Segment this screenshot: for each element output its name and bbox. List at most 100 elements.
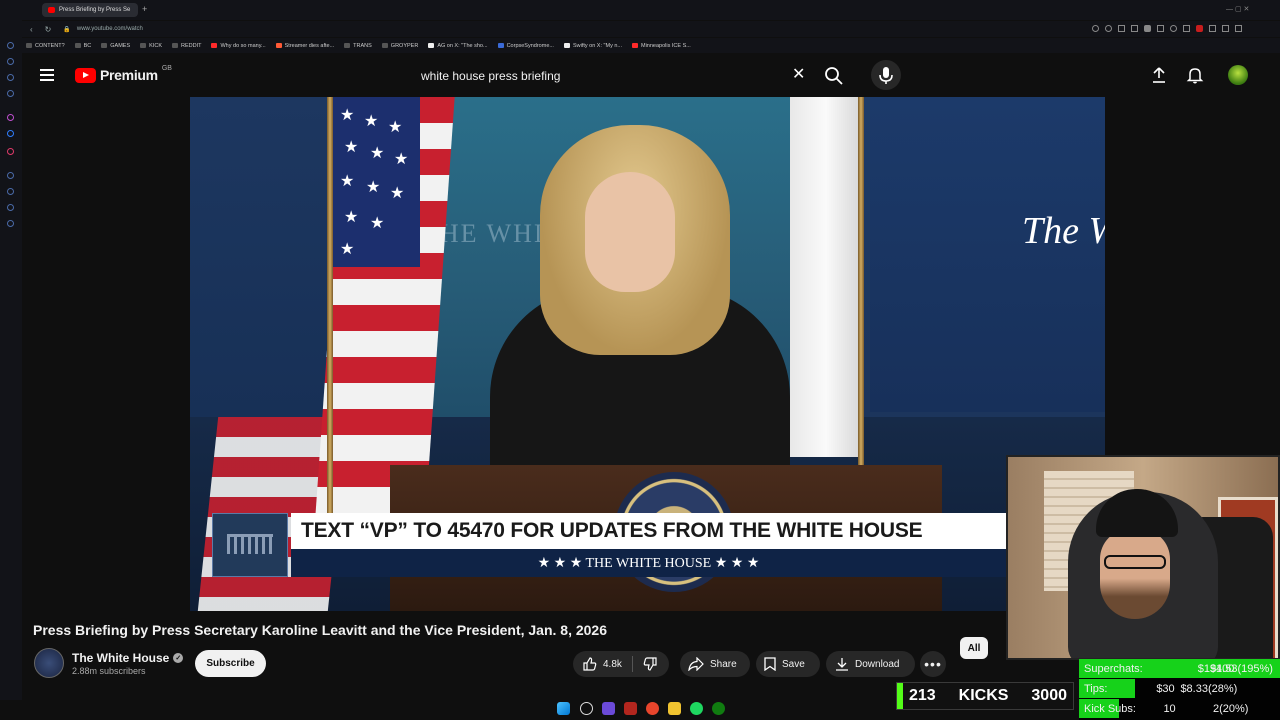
youtube-play-icon — [75, 67, 96, 83]
youtube-premium-logo[interactable]: Premium GB — [75, 64, 172, 83]
new-tab-icon[interactable]: + — [142, 4, 147, 14]
superchats-target: $100 — [1209, 662, 1235, 675]
messenger-icon[interactable] — [7, 130, 14, 137]
bookmark-item[interactable]: GAMES — [101, 43, 130, 49]
kicks-label: KICKS — [958, 687, 1009, 704]
channel-name[interactable]: The White House ✓ — [72, 651, 184, 665]
channel-name-text: The White House — [72, 651, 170, 665]
kicks-progress-bar — [897, 683, 903, 709]
back-icon[interactable]: ‹ — [30, 25, 33, 34]
bookmark-icon — [764, 657, 776, 671]
bookmark-item[interactable]: REDDIT — [172, 43, 201, 49]
spotify-icon[interactable] — [690, 702, 703, 715]
taskbar-app-icon[interactable] — [624, 702, 637, 715]
save-button[interactable]: Save — [756, 651, 820, 677]
bookmarks-bar: CONTENT? BC GAMES KICK REDDIT Why do so … — [22, 38, 1280, 53]
settings-icon[interactable] — [7, 220, 14, 227]
upload-icon[interactable] — [1150, 66, 1168, 84]
channel-avatar[interactable] — [34, 648, 64, 678]
region-code: GB — [161, 64, 172, 72]
download-button[interactable]: Download — [826, 651, 915, 677]
flag-pole — [858, 97, 864, 517]
file-explorer-icon[interactable] — [668, 702, 681, 715]
video-player[interactable]: THE WHITE HOUSE The W ★★★ ★★★ ★★★ ★★ ★ T… — [190, 97, 1105, 611]
subscriber-count: 2.88m subscribers — [72, 666, 146, 676]
bookmark-item[interactable]: GROYPER — [381, 43, 418, 49]
subscribe-button[interactable]: Subscribe — [195, 650, 266, 677]
kick-subs-goal: Kick Subs: 2(20%) 10 — [1079, 699, 1280, 718]
youtube-header: Premium GB white house press briefing ✕ — [22, 54, 1280, 96]
kick-subs-target: 10 — [1163, 702, 1176, 715]
url-field[interactable]: www.youtube.com/watch — [77, 26, 143, 32]
sidebar-app-icon[interactable] — [7, 42, 14, 49]
extension-icons[interactable] — [1092, 25, 1272, 33]
streamer-webcam — [1006, 455, 1280, 660]
tips-target: $30 — [1156, 682, 1175, 695]
like-button[interactable]: 4.8k — [573, 656, 633, 672]
tips-goal: Tips: $8.33(28%) $30 — [1079, 679, 1280, 698]
dislike-button[interactable] — [633, 657, 657, 671]
like-dislike-group: 4.8k — [573, 651, 669, 677]
video-chyron: TEXT “VP” TO 45470 FOR UPDATES FROM THE … — [212, 513, 1006, 577]
bookmark-item[interactable]: CorpseSyndrome... — [497, 43, 554, 49]
us-flag-canton: ★ ★ ★ ★ ★ ★ ★ ★ ★ ★ ★ ★ — [330, 97, 420, 267]
menu-icon[interactable] — [40, 69, 54, 81]
kicks-count: 213 — [909, 687, 936, 704]
bookmark-item[interactable]: Streamer dies afte... — [275, 43, 334, 49]
bookmark-item[interactable]: Why do so many... — [211, 43, 266, 49]
search-input[interactable]: white house press briefing — [410, 62, 812, 90]
sidebar-app-icon[interactable] — [7, 188, 14, 195]
taskbar-browser-icon[interactable] — [646, 702, 659, 715]
superchats-label: Superchats: — [1084, 662, 1143, 675]
taskbar-app-icon[interactable] — [602, 702, 615, 715]
chip-all[interactable]: All — [960, 637, 988, 659]
sidebar-app-icon[interactable] — [7, 114, 14, 121]
search-icon[interactable] — [824, 66, 844, 86]
download-label: Download — [855, 658, 900, 670]
kick-subs-value: 2(20%) — [1212, 702, 1249, 715]
avatar[interactable] — [1228, 65, 1248, 85]
tab-strip: Press Briefing by Press Se + — ▢ ✕ — [0, 0, 1280, 20]
windows-start-icon[interactable] — [557, 702, 570, 715]
taskbar-search-icon[interactable] — [580, 702, 593, 715]
video-title: Press Briefing by Press Secretary Karoli… — [33, 622, 608, 638]
share-label: Share — [710, 658, 737, 670]
backdrop-logo-text: The W — [1022, 210, 1105, 252]
stream-goals-widget: Superchats: $194.53(195%) $100 Tips: $8.… — [1079, 659, 1280, 720]
bookmark-item[interactable]: Swifty on X: "My n... — [563, 43, 622, 49]
bell-icon[interactable] — [1186, 66, 1204, 84]
clear-icon[interactable]: ✕ — [792, 67, 805, 83]
sidebar-app-icon[interactable] — [7, 204, 14, 211]
browser-tab[interactable]: Press Briefing by Press Se — [42, 3, 138, 17]
bookmark-item[interactable]: Minneapolis ICE S... — [632, 43, 691, 49]
kick-subs-label: Kick Subs: — [1084, 702, 1136, 715]
bookmark-item[interactable]: BC — [74, 43, 91, 49]
youtube-favicon-icon — [48, 7, 55, 13]
bookmark-item[interactable]: KICK — [140, 43, 162, 49]
sidebar-app-icon[interactable] — [7, 172, 14, 179]
bookmark-item[interactable]: AG on X: "The sho... — [428, 43, 488, 49]
reload-icon[interactable]: ↻ — [45, 25, 52, 34]
bookmark-item[interactable]: TRANS — [344, 43, 372, 49]
lock-icon: 🔒 — [63, 26, 71, 33]
more-actions-button[interactable]: ••• — [920, 651, 946, 677]
window-controls[interactable]: — ▢ ✕ — [1226, 5, 1256, 13]
backdrop-panel — [870, 97, 1105, 412]
like-count: 4.8k — [603, 658, 622, 670]
streamer-glasses — [1104, 555, 1166, 569]
chyron-text: TEXT “VP” TO 45470 FOR UPDATES FROM THE … — [291, 513, 1006, 549]
xbox-icon[interactable] — [712, 702, 725, 715]
logo-text: Premium — [100, 67, 158, 83]
sidebar-app-icon[interactable] — [7, 74, 14, 81]
sidebar-app-icon[interactable] — [7, 58, 14, 65]
voice-search-button[interactable] — [871, 60, 901, 90]
tips-value: $8.33(28%) — [1180, 682, 1238, 695]
white-house-thumbnail — [212, 513, 288, 577]
vp-flag — [790, 97, 862, 457]
instagram-icon[interactable] — [7, 148, 14, 155]
bookmark-item[interactable]: CONTENT? — [26, 43, 65, 49]
address-bar: ‹ ↻ 🔒 www.youtube.com/watch — [22, 21, 1280, 37]
share-button[interactable]: Share — [680, 651, 750, 677]
sidebar-app-icon[interactable] — [7, 90, 14, 97]
superchats-goal: Superchats: $194.53(195%) $100 — [1079, 659, 1280, 678]
